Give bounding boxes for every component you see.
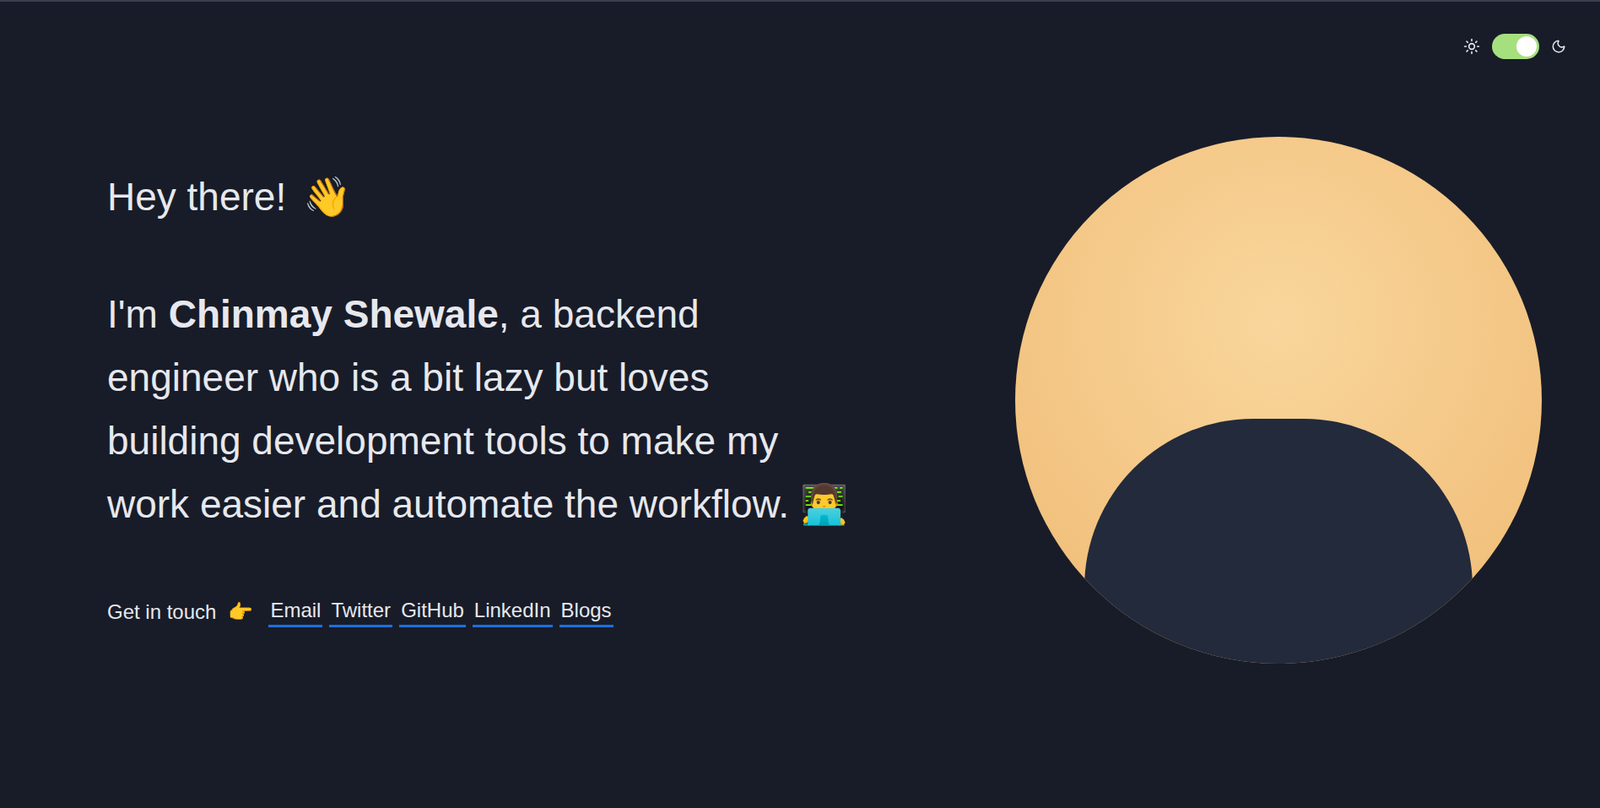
greeting: Hey there!👋 [107,172,850,223]
hero: Hey there!👋 I'm Chinmay Shewale, a backen… [0,59,1600,808]
contact-row: Get in touch 👉 EmailTwitterGitHubLinkedInB… [107,596,850,628]
contact-link[interactable]: Twitter [329,596,393,628]
photo-figure [1084,418,1473,664]
contact-label: Get in touch [107,600,217,624]
pointing-emoji: 👉 [227,600,254,624]
contact-link[interactable]: Email [268,596,323,628]
header [0,1,1600,60]
moon-icon [1551,38,1567,55]
sun-icon [1463,37,1481,55]
intro-column: Hey there!👋 I'm Chinmay Shewale, a backen… [107,172,850,628]
wave-emoji: 👋 [302,174,352,219]
contact-link[interactable]: GitHub [399,596,466,628]
page: Hey there!👋 I'm Chinmay Shewale, a backen… [0,0,1600,808]
profile-photo [1015,136,1542,664]
technologist-emoji: 👨‍💻 [800,481,849,526]
contact-link[interactable]: Blogs [559,596,614,628]
theme-toggle[interactable] [1491,33,1540,60]
name: Chinmay Shewale [168,291,499,336]
intro-text: I'm Chinmay Shewale, a backend engineer … [107,282,850,536]
contact-link[interactable]: LinkedIn [472,596,553,628]
toggle-knob [1516,36,1537,57]
